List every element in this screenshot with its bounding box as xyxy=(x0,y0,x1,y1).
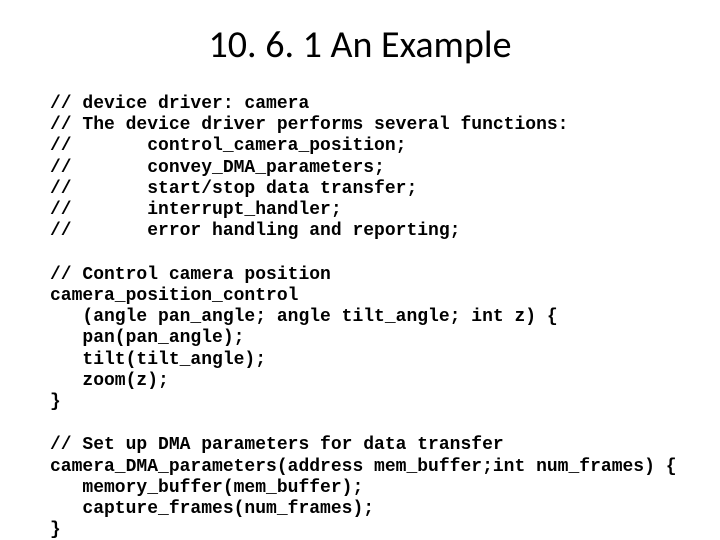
code-block-2: // Control camera position camera_positi… xyxy=(50,265,670,414)
code-block-3: // Set up DMA parameters for data transf… xyxy=(50,435,670,540)
code-block-1: // device driver: camera // The device d… xyxy=(50,94,670,243)
slide-title: 10. 6. 1 An Example xyxy=(50,22,670,68)
slide: 10. 6. 1 An Example // device driver: ca… xyxy=(0,0,720,540)
